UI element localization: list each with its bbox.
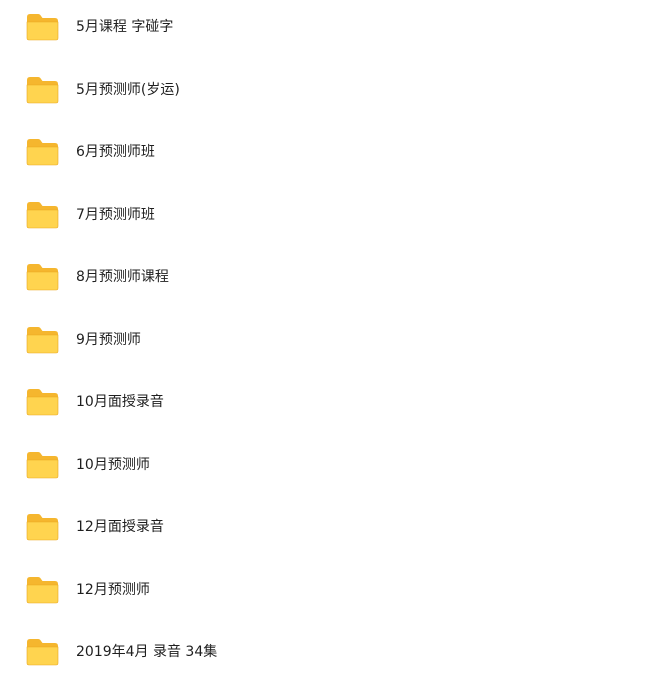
folder-item[interactable]: 2019年4月 录音 34集 — [0, 632, 661, 672]
folder-item[interactable]: 10月预测师 — [0, 445, 661, 485]
folder-icon — [26, 451, 59, 478]
folder-item[interactable]: 5月预测师(岁运) — [0, 70, 661, 110]
folder-name: 5月预测师(岁运) — [76, 81, 180, 98]
folder-icon — [26, 389, 59, 416]
folder-item[interactable]: 10月面授录音 — [0, 382, 661, 422]
folder-name: 12月预测师 — [76, 581, 150, 598]
folder-item[interactable]: 7月预测师班 — [0, 195, 661, 235]
folder-name: 8月预测师课程 — [76, 269, 169, 285]
folder-icon — [26, 576, 59, 603]
folder-icon — [26, 14, 59, 41]
folder-item[interactable]: 12月预测师 — [0, 570, 661, 610]
folder-item[interactable]: 8月预测师课程 — [0, 257, 661, 297]
folder-name: 5月课程 字碰字 — [76, 19, 174, 35]
folder-item[interactable]: 5月课程 字碰字 — [0, 7, 661, 47]
folder-item[interactable]: 12月面授录音 — [0, 507, 661, 547]
folder-icon — [26, 201, 59, 228]
folder-item[interactable]: 9月预测师 — [0, 320, 661, 360]
folder-name: 9月预测师 — [76, 331, 141, 348]
folder-name: 2019年4月 录音 34集 — [76, 644, 218, 660]
folder-name: 6月预测师班 — [76, 144, 155, 160]
folder-icon — [26, 264, 59, 291]
folder-icon — [26, 326, 59, 353]
folder-icon — [26, 139, 59, 166]
folder-name: 10月预测师 — [76, 456, 150, 473]
folder-icon — [26, 639, 59, 666]
folder-name: 7月预测师班 — [76, 206, 155, 223]
folder-name: 10月面授录音 — [76, 394, 164, 410]
folder-item[interactable]: 6月预测师班 — [0, 132, 661, 172]
folder-icon — [26, 514, 59, 541]
folder-icon — [26, 76, 59, 103]
folder-list: 5月课程 字碰字 5月预测师(岁运) 6月预测师班 7月预测师班 8月预测师课程… — [0, 0, 661, 681]
folder-name: 12月面授录音 — [76, 519, 164, 535]
